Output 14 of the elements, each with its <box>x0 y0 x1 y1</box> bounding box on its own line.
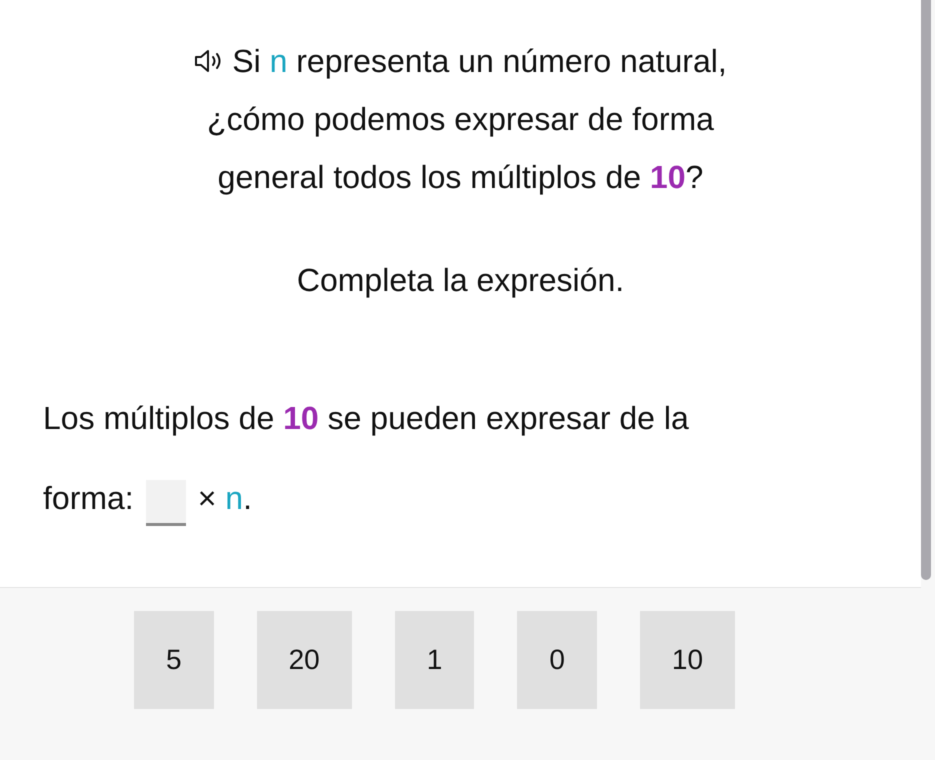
instruction-text: Completa la expresión. <box>296 262 624 298</box>
answer-option[interactable]: 5 <box>134 611 214 709</box>
answer-blank[interactable] <box>146 480 186 526</box>
statement-text: forma: <box>43 479 134 518</box>
answer-option[interactable]: 10 <box>640 611 736 709</box>
answer-option[interactable]: 1 <box>394 611 474 709</box>
question-text: general todos los múltiplos de 10? <box>218 158 704 197</box>
answer-option[interactable]: 20 <box>256 611 352 709</box>
question-text: Si n representa un número natural, <box>232 42 727 81</box>
scrollbar-thumb[interactable] <box>921 0 931 580</box>
statement-text: Los múltiplos de 10 se pueden expresar de la <box>43 400 689 436</box>
question-text: ¿cómo podemos expresar de forma <box>207 100 714 139</box>
answer-option[interactable]: 0 <box>517 611 597 709</box>
expression-text: × n. <box>198 479 252 518</box>
